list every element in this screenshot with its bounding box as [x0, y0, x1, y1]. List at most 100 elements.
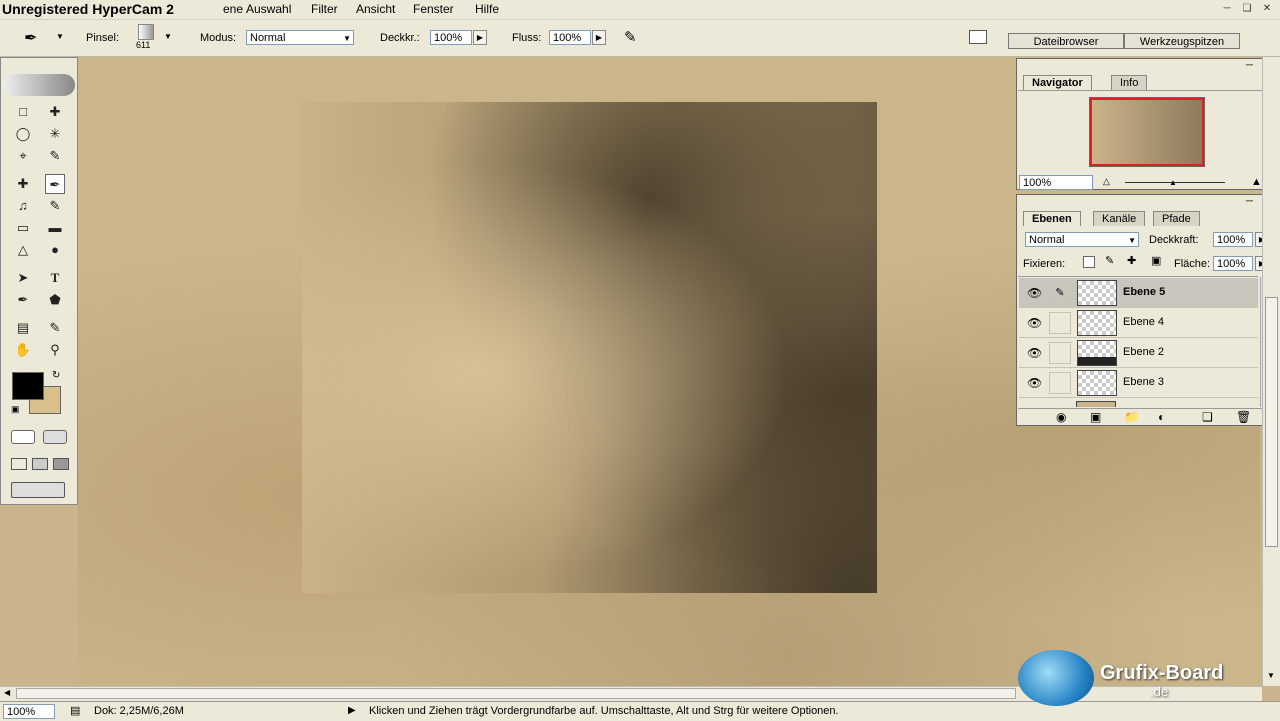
tab-werkzeugspitzen[interactable]: Werkzeugspitzen	[1124, 33, 1240, 49]
layer-link-box[interactable]	[1049, 372, 1071, 394]
brush-tool-icon[interactable]: ✒	[24, 28, 37, 48]
zoom-slider-thumb-icon[interactable]: ▲	[1169, 178, 1177, 187]
blend-mode-select[interactable]: Normal ▼	[1025, 232, 1139, 247]
shape-tool-icon[interactable]: ⬟	[45, 290, 65, 310]
brush-preview-icon[interactable]	[138, 24, 154, 40]
menu-filter[interactable]: Filter	[311, 0, 338, 19]
eraser-tool-icon[interactable]: ▭	[13, 218, 33, 238]
palette-well-icon[interactable]	[969, 30, 987, 44]
screen-mode-full-icon[interactable]	[53, 458, 69, 470]
menu-ansicht[interactable]: Ansicht	[356, 0, 395, 19]
deckkraft-input[interactable]: 100%	[1213, 232, 1253, 247]
zoom-in-icon[interactable]: ▲	[1251, 176, 1262, 188]
lock-image-icon[interactable]: ✎	[1105, 254, 1114, 267]
history-brush-tool-icon[interactable]: ✎	[45, 196, 65, 216]
navigator-zoom-input[interactable]: 100%	[1019, 175, 1093, 190]
fluss-slider-button[interactable]: ▶	[592, 30, 606, 45]
eye-icon[interactable]: 👁	[1027, 286, 1042, 300]
quick-mask-mode-icon[interactable]	[43, 430, 67, 444]
path-selection-tool-icon[interactable]: ➤	[13, 268, 33, 288]
standard-mode-icon[interactable]	[11, 430, 35, 444]
layer-style-icon[interactable]: ◉	[1056, 410, 1066, 424]
tab-dateibrowser[interactable]: Dateibrowser	[1008, 33, 1124, 49]
healing-brush-tool-icon[interactable]: ✚	[13, 174, 33, 194]
panel-minimize-icon[interactable]: ─	[1246, 60, 1253, 71]
lock-position-icon[interactable]: ✚	[1127, 254, 1136, 267]
deckkr-input[interactable]: 100%	[430, 30, 472, 45]
zoom-tool-icon[interactable]: ⚲	[45, 340, 65, 360]
magic-wand-tool-icon[interactable]: ✳	[45, 124, 65, 144]
screen-mode-full-menu-icon[interactable]	[32, 458, 48, 470]
hand-tool-icon[interactable]: ✋	[13, 340, 33, 360]
eye-icon[interactable]: 👁	[1027, 316, 1042, 330]
gradient-tool-icon[interactable]: ▬	[45, 218, 65, 238]
fluss-input[interactable]: 100%	[549, 30, 591, 45]
layer-row-ebene-5[interactable]: 👁 ✎ Ebene 5	[1019, 278, 1258, 308]
swap-colors-icon[interactable]: ↻	[52, 370, 60, 381]
type-tool-icon[interactable]: T	[45, 268, 65, 288]
layer-set-icon[interactable]: 📁	[1124, 410, 1139, 424]
close-icon[interactable]: ✕	[1258, 2, 1276, 16]
layer-link-box[interactable]	[1049, 312, 1071, 334]
tab-kanaele[interactable]: Kanäle	[1093, 211, 1146, 226]
airbrush-icon[interactable]: ✎	[624, 28, 637, 46]
lock-all-icon[interactable]: ▣	[1151, 254, 1161, 267]
adobe-online-icon[interactable]	[3, 74, 75, 96]
pen-tool-icon[interactable]: ✒	[13, 290, 33, 310]
jump-to-imageready-icon[interactable]	[11, 482, 65, 498]
menu-hilfe[interactable]: Hilfe	[475, 0, 499, 19]
blur-tool-icon[interactable]: △	[13, 240, 33, 260]
foreground-color-swatch[interactable]	[12, 372, 44, 400]
eyedropper-tool-icon[interactable]: ✎	[45, 318, 65, 338]
new-layer-icon[interactable]: ❏	[1202, 410, 1213, 424]
layer-link-box[interactable]	[1049, 342, 1071, 364]
lasso-tool-icon[interactable]: ◯	[13, 124, 33, 144]
marquee-tool-icon[interactable]: □	[13, 102, 33, 122]
crop-tool-icon[interactable]: ⌖	[13, 146, 33, 166]
tool-preset-arrow-icon[interactable]: ▼	[56, 32, 64, 41]
layer-row-ebene-4[interactable]: 👁 Ebene 4	[1019, 308, 1258, 338]
slice-tool-icon[interactable]: ✎	[45, 146, 65, 166]
adjustment-layer-icon[interactable]: ◐	[1158, 410, 1165, 424]
vertical-scrollbar[interactable]: ▼	[1262, 57, 1280, 686]
dodge-tool-icon[interactable]: ●	[45, 240, 65, 260]
layer-mask-icon[interactable]: ▣	[1090, 410, 1101, 424]
stamp-tool-icon[interactable]: ♫	[13, 196, 33, 216]
document-canvas[interactable]	[302, 102, 877, 593]
menu-auswahl[interactable]: Auswahl	[246, 0, 291, 19]
eye-icon[interactable]: 👁	[1027, 376, 1042, 390]
notes-tool-icon[interactable]: ▤	[13, 318, 33, 338]
flaeche-input[interactable]: 100%	[1213, 256, 1253, 271]
vertical-scroll-thumb[interactable]	[1265, 297, 1278, 547]
brush-tool-icon[interactable]: ✒	[45, 174, 65, 194]
navigator-thumbnail[interactable]	[1089, 97, 1205, 167]
zoom-out-icon[interactable]: △	[1103, 176, 1110, 187]
menu-ebene[interactable]: ene	[223, 0, 243, 19]
minimize-icon[interactable]: ─	[1218, 2, 1236, 16]
scroll-left-icon[interactable]: ◀	[4, 688, 10, 697]
deckkr-slider-button[interactable]: ▶	[473, 30, 487, 45]
tab-info[interactable]: Info	[1111, 75, 1148, 90]
tab-navigator[interactable]: Navigator	[1023, 75, 1092, 90]
tab-ebenen[interactable]: Ebenen	[1023, 211, 1081, 226]
navigator-view-box[interactable]	[1090, 98, 1204, 166]
status-zoom-input[interactable]: 100%	[3, 704, 55, 719]
panel-minimize-icon[interactable]: ─	[1246, 196, 1253, 207]
lock-transparency-icon[interactable]	[1083, 256, 1095, 268]
screen-mode-standard-icon[interactable]	[11, 458, 27, 470]
move-tool-icon[interactable]: ✚	[45, 102, 65, 122]
tab-pfade[interactable]: Pfade	[1153, 211, 1200, 226]
document-info-icon[interactable]: ▤	[70, 704, 80, 717]
layer-row-ebene-3[interactable]: 👁 Ebene 3	[1019, 368, 1258, 398]
scroll-down-icon[interactable]: ▼	[1267, 671, 1275, 680]
default-colors-icon[interactable]: ▣	[11, 404, 20, 415]
restore-icon[interactable]: ❏	[1238, 2, 1256, 16]
trash-icon[interactable]: 🗑	[1236, 410, 1251, 424]
layer-row-ebene-2[interactable]: 👁 Ebene 2	[1019, 338, 1258, 368]
modus-select[interactable]: Normal ▼	[246, 30, 354, 45]
status-menu-arrow-icon[interactable]: ▶	[348, 705, 356, 716]
horizontal-scroll-thumb[interactable]	[16, 688, 1016, 699]
menu-fenster[interactable]: Fenster	[413, 0, 454, 19]
brush-picker-arrow-icon[interactable]: ▼	[164, 32, 172, 41]
eye-icon[interactable]: 👁	[1027, 346, 1042, 360]
